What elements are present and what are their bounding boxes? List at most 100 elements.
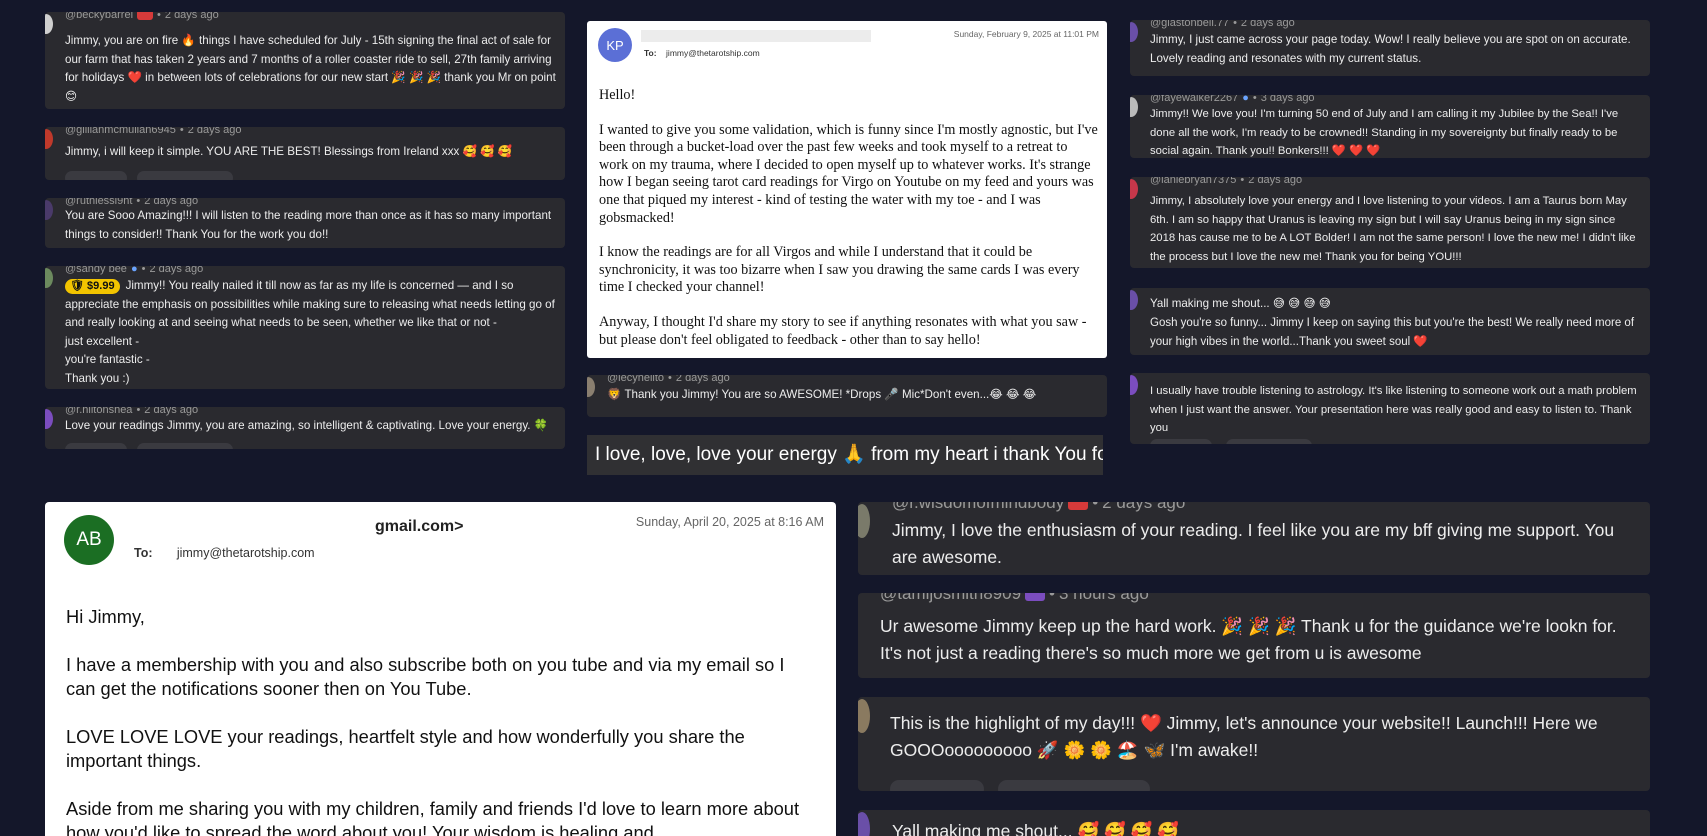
avatar: [1130, 375, 1138, 395]
comment-card: @fayewalker2267 ● • 3 days ago Jimmy!! We l…: [1130, 95, 1650, 158]
comment-meta: @r.wisdomofmindbody • 2 days ago: [892, 502, 1185, 513]
comment-text: Jimmy, i will keep it simple. YOU ARE TH…: [65, 145, 513, 158]
recipient-address[interactable]: jimmy@thetarotship.com: [177, 546, 315, 560]
avatar: AB: [64, 515, 114, 565]
like-button[interactable]: [890, 780, 984, 791]
comment-title: Yall making me shout... 😅 😅 😅 😅: [1150, 297, 1331, 310]
comment-handle[interactable]: @glastonbell.77: [1150, 20, 1229, 29]
email-card: AB ɡmail.com> Sunday, April 20, 2025 at …: [45, 502, 836, 836]
avatar: [1130, 179, 1138, 199]
comment-handle[interactable]: @beckybarrel: [65, 12, 133, 21]
like-button[interactable]: [1150, 439, 1212, 444]
comment-text: Love your readings Jimmy, you are amazin…: [65, 419, 549, 432]
verified-icon: ●: [130, 266, 138, 275]
comment-text: This is the highlight of my day!!! ❤️ Ji…: [890, 713, 1598, 760]
email-paragraph: I know the readings are for all Virgos a…: [599, 244, 1080, 296]
comment-card: @lecyhelito • 2 days ago 🦁 Thank you Jimmy…: [587, 375, 1107, 417]
comment-text: Ur awesome Jimmy keep up the hard work. …: [880, 616, 1617, 663]
avatar: [858, 504, 870, 538]
comment-card: This is the highlight of my day!!! ❤️ Ji…: [858, 697, 1650, 791]
comment-handle[interactable]: @r.wisdomofmindbody: [892, 502, 1064, 513]
avatar: [45, 129, 53, 149]
comment-meta: @ruthlessl9ht • 2 days ago: [65, 198, 198, 207]
comment-card: @sandy bee ● • 2 days ago 🛡 $9.99 Jimmy!! Yo…: [45, 266, 565, 389]
like-button[interactable]: [65, 443, 127, 449]
reply-button[interactable]: [1226, 439, 1312, 444]
avatar: [587, 377, 595, 397]
recipient-address[interactable]: jimmy@thetarotship.com: [666, 48, 760, 58]
member-badge-icon: [137, 12, 154, 20]
email-greeting: Hello!: [599, 87, 636, 103]
comment-time: 2 days ago: [675, 375, 730, 384]
reply-button[interactable]: [137, 443, 233, 449]
comment-meta: @sandy bee ● • 2 days ago: [65, 266, 203, 275]
comment-text: Gosh you're so funny... Jimmy I keep on …: [1150, 317, 1635, 348]
video-caption: I love, love, love your energy 🙏 from my…: [587, 435, 1103, 475]
comment-text: Jimmy, I just came across your page toda…: [1150, 33, 1631, 65]
comment-text: Jimmy, I absolutely love your energy and…: [1150, 195, 1636, 263]
comment-time: 2 days ago: [144, 407, 199, 416]
avatar: [45, 200, 53, 220]
email-paragraph: I wanted to give you some validation, wh…: [599, 121, 1098, 226]
reply-button[interactable]: [137, 171, 233, 180]
comment-text: 🛡 $9.99 Jimmy!! You really nailed it till…: [65, 279, 555, 385]
email-body: Hello! I wanted to give you some validat…: [599, 87, 1099, 349]
email-paragraph: LOVE LOVE LOVE your readings, heartfelt …: [66, 726, 745, 771]
comment-text: Yall making me shout... 🥰 🥰 🥰 🥰: [892, 821, 1180, 836]
avatar: [45, 409, 53, 429]
comment-meta: @glastonbell.77 • 2 days ago: [1150, 20, 1295, 29]
comment-meta: @beckybarrel • 2 days ago: [65, 12, 219, 21]
comment-handle[interactable]: @fayewalker2267: [1150, 95, 1238, 104]
email-card: KP Sunday, February 9, 2025 at 11:01 PM …: [587, 21, 1107, 358]
super-thanks-badge: 🛡 $9.99: [65, 279, 120, 294]
comment-card: @beckybarrel • 2 days ago Jimmy, you are o…: [45, 12, 565, 109]
avatar: [1130, 290, 1138, 310]
comment-text: You are Sooo Amazing!!! I will listen to…: [65, 209, 552, 241]
avatar: [858, 812, 870, 836]
comment-time: 3 days ago: [1260, 95, 1315, 104]
comment-card: @tamijosmith8909 • 3 hours ago Ur awesome …: [858, 593, 1650, 678]
email-to: To: jimmy@thetarotship.com: [644, 48, 760, 58]
comment-text: Jimmy, I love the enthusiasm of your rea…: [892, 520, 1615, 567]
avatar: KP: [598, 28, 632, 62]
avatar: [45, 268, 53, 288]
comment-card: @ruthlessl9ht • 2 days ago You are Sooo Am…: [45, 198, 565, 248]
comment-handle[interactable]: @tamijosmith8909: [880, 593, 1021, 604]
comment-meta: @laniebryan7375 • 2 days ago: [1150, 177, 1302, 186]
member-badge-icon: [1025, 593, 1046, 601]
reply-button[interactable]: [998, 780, 1150, 791]
comment-time: 2 days ago: [187, 127, 242, 136]
comment-time: 2 days ago: [164, 12, 219, 21]
comment-card: Yall making me shout... 😅 😅 😅 😅 Gosh you…: [1130, 288, 1650, 355]
avatar: [45, 14, 53, 34]
comment-text: I usually have trouble listening to astr…: [1150, 385, 1637, 434]
sender-redacted: [641, 30, 871, 42]
verified-icon: ●: [1242, 95, 1249, 104]
comment-meta: @r.hiltonshea • 2 days ago: [65, 407, 198, 416]
email-greeting: Hi Jimmy,: [66, 606, 145, 627]
avatar: [1130, 97, 1138, 117]
comment-card: @gillianmcmullan6945 • 2 days ago Jimmy, i…: [45, 127, 565, 180]
comment-time: 2 days ago: [1240, 20, 1295, 29]
comment-card: @r.wisdomofmindbody • 2 days ago Jimmy, I …: [858, 502, 1650, 575]
comment-time: 2 days ago: [149, 266, 204, 275]
comment-time: 2 days ago: [1248, 177, 1303, 186]
comment-meta: @gillianmcmullan6945 • 2 days ago: [65, 127, 242, 136]
comment-handle[interactable]: @laniebryan7375: [1150, 177, 1236, 186]
comment-card: @r.hiltonshea • 2 days ago Love your readi…: [45, 407, 565, 449]
comment-handle[interactable]: @sandy bee: [65, 266, 127, 275]
comment-text: Jimmy, you are on fire 🔥 things I have s…: [65, 34, 556, 103]
email-date: Sunday, February 9, 2025 at 11:01 PM: [953, 29, 1099, 39]
like-button[interactable]: [65, 171, 127, 180]
comment-meta: @tamijosmith8909 • 3 hours ago: [880, 593, 1149, 604]
comment-handle[interactable]: @gillianmcmullan6945: [65, 127, 176, 136]
comment-card: @laniebryan7375 • 2 days ago Jimmy, I abso…: [1130, 177, 1650, 268]
comment-card: I usually have trouble listening to astr…: [1130, 373, 1650, 444]
comment-card: @glastonbell.77 • 2 days ago Jimmy, I just…: [1130, 20, 1650, 76]
comment-time: 3 hours ago: [1059, 593, 1149, 603]
comment-handle[interactable]: @r.hiltonshea: [65, 407, 132, 416]
comment-card: Yall making me shout... 🥰 🥰 🥰 🥰: [858, 810, 1650, 836]
email-body: Hi Jimmy, I have a membership with you a…: [66, 605, 806, 836]
comment-handle[interactable]: @ruthlessl9ht: [65, 198, 132, 207]
comment-handle[interactable]: @lecyhelito: [607, 375, 664, 384]
